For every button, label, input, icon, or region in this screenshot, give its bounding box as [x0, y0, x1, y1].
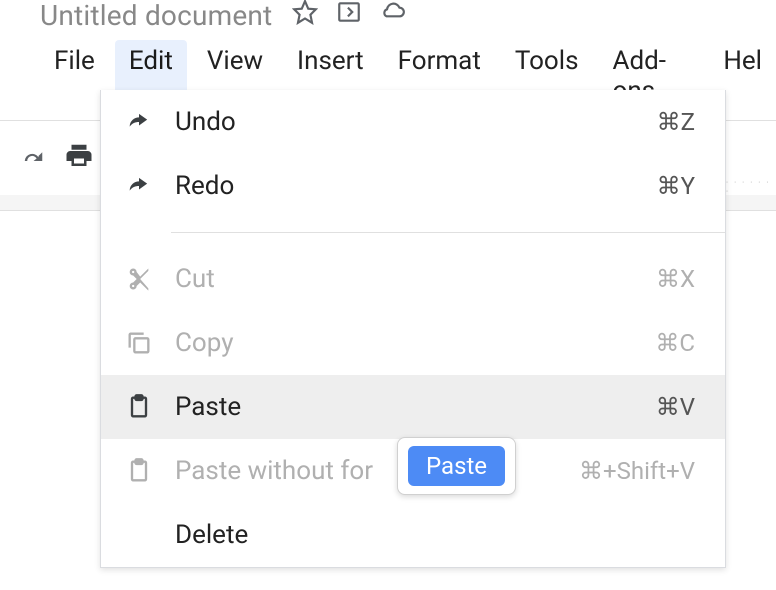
menu-file[interactable]: File [40, 40, 109, 112]
menu-item-shortcut: ⌘+Shift+V [579, 457, 695, 485]
menu-item-label: Delete [175, 520, 695, 550]
menu-item-label: Redo [175, 171, 657, 201]
cut-icon [125, 265, 153, 293]
paste-plain-icon [125, 457, 153, 485]
menu-item-redo[interactable]: Redo ⌘Y [101, 154, 725, 218]
title-icons [292, 0, 406, 32]
menu-item-label: Paste without for [175, 456, 579, 486]
tooltip-text: Paste [408, 446, 505, 486]
undo-icon [125, 108, 153, 136]
document-title[interactable]: Untitled document [40, 0, 272, 32]
edit-dropdown: Undo ⌘Z Redo ⌘Y Cut ⌘X Copy ⌘C Paste ⌘V [100, 90, 726, 568]
star-icon[interactable] [292, 0, 318, 32]
menu-item-shortcut: ⌘C [655, 329, 695, 357]
menu-item-shortcut: ⌘Z [657, 108, 695, 136]
title-bar: Untitled document [0, 0, 776, 30]
menu-item-shortcut: ⌘V [656, 393, 695, 421]
menu-item-shortcut: ⌘X [656, 265, 695, 293]
paste-icon [125, 393, 153, 421]
menu-item-cut[interactable]: Cut ⌘X [101, 247, 725, 311]
menu-item-delete[interactable]: Delete [101, 503, 725, 567]
menu-item-label: Undo [175, 107, 657, 137]
menu-item-undo[interactable]: Undo ⌘Z [101, 90, 725, 154]
redo-icon [125, 172, 153, 200]
tooltip: Paste [397, 437, 516, 495]
menu-item-label: Paste [175, 392, 656, 422]
menu-item-label: Cut [175, 264, 656, 294]
ruler-ticks: · · · · · · · [726, 178, 776, 194]
cloud-icon[interactable] [380, 0, 406, 32]
move-icon[interactable] [336, 0, 362, 32]
menu-item-shortcut: ⌘Y [657, 172, 695, 200]
menu-item-label: Copy [175, 328, 655, 358]
menu-separator [171, 232, 725, 233]
menu-item-copy[interactable]: Copy ⌘C [101, 311, 725, 375]
print-icon[interactable] [64, 141, 94, 175]
redo-toolbar-icon[interactable] [16, 141, 46, 175]
copy-icon [125, 329, 153, 357]
blank-icon [125, 521, 153, 549]
menu-item-paste[interactable]: Paste ⌘V [101, 375, 725, 439]
